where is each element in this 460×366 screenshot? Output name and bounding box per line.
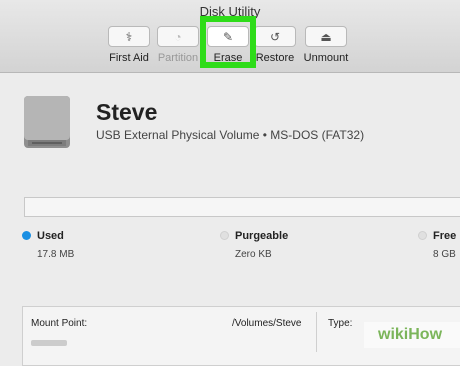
used-color-dot xyxy=(22,231,31,240)
toolbar: Disk Utility ⚕ First Aid ◔ Partition ✎ E… xyxy=(0,0,460,73)
wikihow-logo-text: wikiHow xyxy=(378,326,443,343)
used-label: Used xyxy=(37,230,64,242)
external-drive-icon xyxy=(24,96,70,148)
unmount-label: Unmount xyxy=(303,52,349,64)
purgeable-label: Purgeable xyxy=(235,230,289,242)
type-label: Type: xyxy=(328,318,353,329)
purgeable-color-dot xyxy=(220,231,229,240)
mount-point-label: Mount Point: xyxy=(31,318,88,329)
free-color-dot xyxy=(418,231,427,240)
used-value: 17.8 MB xyxy=(37,249,75,260)
wikihow-watermark: wikiHow xyxy=(364,322,460,348)
unmount-button[interactable]: ⏏ Unmount xyxy=(296,26,356,64)
info-row-partial xyxy=(31,340,67,346)
free-value: 8 GB xyxy=(433,249,456,260)
mount-point-value: /Volumes/Steve xyxy=(232,318,302,329)
usage-bar xyxy=(24,197,460,217)
purgeable-value: Zero KB xyxy=(235,249,272,260)
free-label: Free xyxy=(433,230,457,242)
volume-subtitle: USB External Physical Volume • MS-DOS (F… xyxy=(96,128,365,142)
restore-icon: ↺ xyxy=(254,26,296,47)
eject-icon: ⏏ xyxy=(305,26,347,47)
erase-highlight-box xyxy=(200,16,256,68)
legend-purgeable: Purgeable Zero KB xyxy=(220,230,288,260)
partition-icon: ◔ xyxy=(157,26,199,47)
volume-name: Steve xyxy=(96,99,158,125)
legend-free: Free 8 GB xyxy=(418,230,456,260)
stethoscope-icon: ⚕ xyxy=(108,26,150,47)
legend-used: Used 17.8 MB xyxy=(22,230,74,260)
info-divider xyxy=(316,312,317,352)
